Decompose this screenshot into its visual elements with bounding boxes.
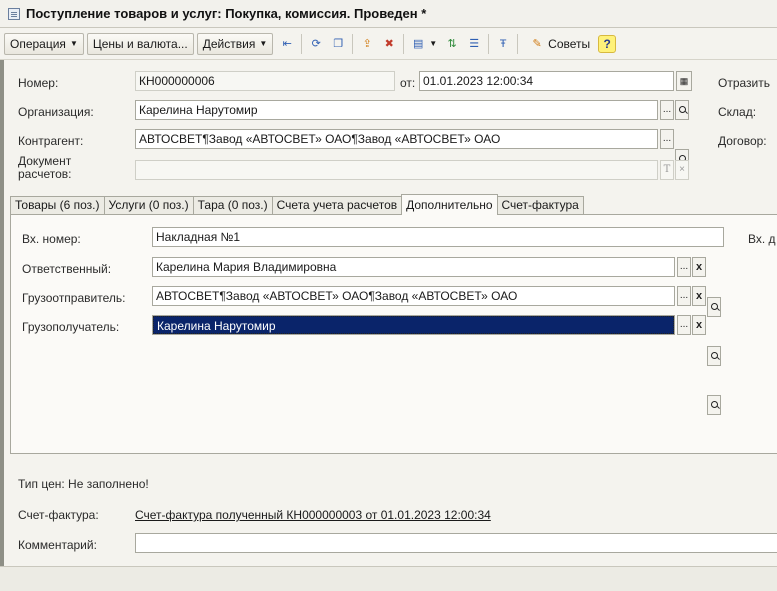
report-icon[interactable]: ☰ xyxy=(465,35,483,53)
select-dots-button[interactable]: ... xyxy=(677,257,691,277)
responsible-label: Ответственный: xyxy=(22,262,112,276)
select-dots-button[interactable]: ... xyxy=(660,100,674,120)
document-window: Поступление товаров и услуг: Покупка, ко… xyxy=(0,0,777,591)
tab-goods[interactable]: Товары (6 поз.) xyxy=(10,196,105,215)
actions-label: Действия xyxy=(202,36,256,51)
advice-button[interactable]: ✎ Советы xyxy=(521,33,595,55)
upload-icon[interactable]: ⇪ xyxy=(358,35,376,53)
price-type-status: Тип цен: Не заполнено! xyxy=(18,477,149,491)
help-button[interactable]: ? xyxy=(598,34,617,53)
contract-label: Договор: xyxy=(718,134,767,148)
consignee-value: Карелина Нарутомир xyxy=(153,316,674,334)
advice-icon: ✎ xyxy=(532,38,542,50)
shipper-field[interactable]: АВТОСВЕТ¶Завод «АВТОСВЕТ» ОАО¶Завод «АВТ… xyxy=(152,286,675,306)
status-bar xyxy=(0,566,777,591)
advice-label: Советы xyxy=(548,36,591,51)
responsible-field[interactable]: Карелина Мария Владимировна xyxy=(152,257,675,277)
refresh-icon[interactable]: ⟳ xyxy=(307,35,325,53)
search-icon[interactable] xyxy=(707,346,721,366)
help-label: ? xyxy=(603,36,611,51)
reflect-label: Отразить xyxy=(718,76,770,90)
toolbar-separator xyxy=(301,33,303,54)
operation-label: Операция xyxy=(10,36,66,51)
settlement-doc-label: Документ расчетов: xyxy=(18,154,72,181)
tab-invoice[interactable]: Счет-фактура xyxy=(496,196,584,215)
clear-icon[interactable]: x xyxy=(692,315,706,335)
shipper-label: Грузоотправитель: xyxy=(22,291,126,305)
select-dots-button[interactable]: ... xyxy=(660,129,674,149)
contractor-field[interactable]: АВТОСВЕТ¶Завод «АВТОСВЕТ» ОАО¶Завод «АВТ… xyxy=(135,129,658,149)
number-label: Номер: xyxy=(18,76,59,90)
invoice-link[interactable]: Счет-фактура полученный КН000000003 от 0… xyxy=(135,508,491,522)
incoming-number-label: Вх. номер: xyxy=(22,232,81,246)
search-icon[interactable] xyxy=(675,100,689,120)
tab-additional[interactable]: Дополнительно xyxy=(401,194,498,215)
arrow-left-icon[interactable]: ⇤ xyxy=(278,35,296,53)
organization-field[interactable]: Карелина Нарутомир xyxy=(135,100,658,120)
settlement-doc-field[interactable] xyxy=(135,160,658,180)
window-title: Поступление товаров и услуг: Покупка, ко… xyxy=(26,6,427,21)
ledger-icon[interactable]: ⇅ xyxy=(443,35,461,53)
toolbar-separator xyxy=(352,33,354,54)
text-type-button[interactable]: T xyxy=(660,160,674,180)
tab-settlement-accounts[interactable]: Счета учета расчетов xyxy=(271,196,403,215)
search-icon[interactable] xyxy=(707,297,721,317)
chevron-down-icon[interactable]: ▼ xyxy=(429,39,437,48)
date-field[interactable]: 01.01.2023 12:00:34 xyxy=(419,71,674,91)
toolbar: Операция ▼ Цены и валюта... Действия ▼ ⇤… xyxy=(0,28,777,60)
document-icon xyxy=(8,7,20,20)
consignee-label: Грузополучатель: xyxy=(22,320,120,334)
tab-containers[interactable]: Тара (0 поз.) xyxy=(192,196,273,215)
delete-icon[interactable]: ✖ xyxy=(380,35,398,53)
organization-label: Организация: xyxy=(18,105,94,119)
comment-label: Комментарий: xyxy=(18,538,97,552)
incoming-date-label: Вх. д xyxy=(748,232,776,246)
date-label: от: xyxy=(400,76,416,90)
prices-label: Цены и валюта... xyxy=(92,36,188,51)
clear-icon[interactable]: × xyxy=(675,160,689,180)
operation-menu-button[interactable]: Операция ▼ xyxy=(4,32,84,55)
prices-currency-button[interactable]: Цены и валюта... xyxy=(86,32,194,55)
tt-icon[interactable]: Ŧ xyxy=(494,35,512,53)
select-dots-button[interactable]: ... xyxy=(677,315,691,335)
comment-field[interactable] xyxy=(135,533,777,553)
warehouse-label: Склад: xyxy=(718,105,757,119)
dropdown-doc-icon[interactable]: ▤ xyxy=(409,35,427,53)
incoming-number-field[interactable]: Накладная №1 xyxy=(152,227,724,247)
chevron-down-icon: ▼ xyxy=(69,39,78,48)
number-field[interactable]: КН000000006 xyxy=(135,71,395,91)
chevron-down-icon: ▼ xyxy=(259,39,268,48)
actions-menu-button[interactable]: Действия ▼ xyxy=(196,32,274,55)
consignee-field[interactable]: Карелина Нарутомир xyxy=(152,315,675,335)
select-dots-button[interactable]: ... xyxy=(677,286,691,306)
left-frame-edge xyxy=(0,60,4,566)
contractor-label: Контрагент: xyxy=(18,134,84,148)
title-bar: Поступление товаров и услуг: Покупка, ко… xyxy=(0,0,777,28)
clear-icon[interactable]: x xyxy=(692,257,706,277)
clear-icon[interactable]: x xyxy=(692,286,706,306)
toolbar-separator xyxy=(403,33,405,54)
tab-strip: Товары (6 поз.) Услуги (0 поз.) Тара (0 … xyxy=(10,194,584,215)
copy-icon[interactable]: ❐ xyxy=(329,35,347,53)
tab-services[interactable]: Услуги (0 поз.) xyxy=(103,196,194,215)
invoice-label: Счет-фактура: xyxy=(18,508,99,522)
search-icon[interactable] xyxy=(707,395,721,415)
calendar-icon[interactable]: ▦ xyxy=(676,71,692,91)
toolbar-separator xyxy=(488,33,490,54)
toolbar-separator xyxy=(517,33,519,54)
